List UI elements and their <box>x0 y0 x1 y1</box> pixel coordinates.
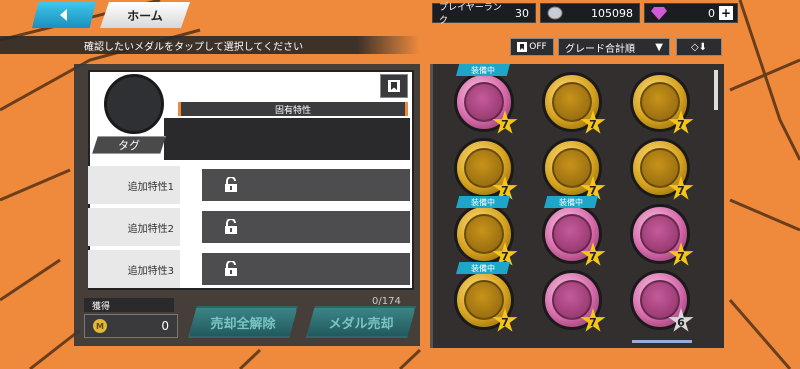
instruction-text: 確認したいメダルをタップして選択してください <box>84 41 304 53</box>
medal-portrait-icon <box>464 82 504 122</box>
medal-portrait-icon <box>464 148 504 188</box>
player-rank-label: プレイヤーランク <box>439 3 502 26</box>
equipped-badge: 装備中 <box>456 64 510 76</box>
medal-portrait-icon <box>552 82 592 122</box>
medal-item[interactable]: 7 <box>454 138 518 200</box>
back-arrow-icon <box>60 9 67 21</box>
medal-item[interactable]: 7 装備中 <box>454 262 518 332</box>
coin-display: 105098 <box>540 3 640 23</box>
medal-portrait-icon <box>640 82 680 122</box>
add-gems-button[interactable]: + <box>719 6 733 20</box>
lock-icon <box>225 261 237 276</box>
medal-portrait <box>104 74 164 134</box>
filter-state-label: OFF <box>529 42 547 52</box>
scroll-indicator <box>632 340 692 343</box>
earn-display: M 0 <box>84 314 178 338</box>
medal-portrait-icon <box>552 148 592 188</box>
extra-trait-label: 追加特性3 <box>88 250 180 288</box>
player-rank-display: プレイヤーランク 30 <box>432 3 536 26</box>
scrollbar[interactable] <box>714 70 718 110</box>
bookmark-button[interactable] <box>380 74 408 98</box>
medal-item[interactable]: 7 <box>542 270 606 332</box>
extra-trait-row: 追加特性2 <box>88 208 410 246</box>
medal-portrait-icon <box>464 214 504 254</box>
coin-icon <box>547 6 563 20</box>
extra-trait-row: 追加特性3 <box>88 250 410 288</box>
sort-order-button[interactable]: ◇⬇ <box>676 38 722 56</box>
medal-portrait-icon <box>552 214 592 254</box>
medal-item[interactable]: 7 装備中 <box>454 196 518 266</box>
extra-trait-slot[interactable] <box>202 169 410 201</box>
medal-item[interactable]: 7 <box>630 72 694 134</box>
sort-label: グレード合計順 <box>565 43 635 55</box>
earn-value: 0 <box>161 319 169 333</box>
unsell-all-button[interactable]: 売却全解除 <box>188 306 298 338</box>
chevron-down-icon: ▼ <box>655 41 663 53</box>
bookmark-filter-toggle[interactable]: OFF <box>510 38 554 56</box>
gem-value: 0 <box>708 6 715 20</box>
unique-trait-header: 固有特性 <box>178 102 408 116</box>
coin-value: 105098 <box>591 6 633 20</box>
extra-trait-label: 追加特性1 <box>88 166 180 204</box>
extra-trait-row: 追加特性1 <box>88 166 410 204</box>
medal-name-bar <box>174 74 410 98</box>
equipped-badge: 装備中 <box>456 262 510 274</box>
earn-label: 獲得 <box>84 298 174 312</box>
tag-button[interactable]: タグ <box>92 136 166 154</box>
medal-portrait-icon <box>552 280 592 320</box>
medal-item[interactable]: 7 <box>630 204 694 266</box>
selection-counter: 0/174 <box>372 296 401 307</box>
extra-trait-label: 追加特性2 <box>88 208 180 246</box>
medal-item[interactable]: 7 <box>542 72 606 134</box>
home-button[interactable]: ホーム <box>100 2 190 28</box>
equipped-badge: 装備中 <box>544 196 598 208</box>
medal-portrait-icon <box>640 214 680 254</box>
medal-portrait-icon <box>464 280 504 320</box>
sort-order-icon: ◇⬇ <box>690 41 708 53</box>
unique-trait-body <box>164 118 410 160</box>
player-rank-value: 30 <box>515 6 529 20</box>
medal-portrait-icon <box>640 148 680 188</box>
medal-item[interactable]: 6 <box>630 270 694 332</box>
sort-dropdown[interactable]: グレード合計順 ▼ <box>558 38 670 56</box>
medal-item[interactable]: 7 装備中 <box>542 196 606 266</box>
back-button[interactable] <box>32 2 96 28</box>
medal-item[interactable]: 7 装備中 <box>454 64 518 134</box>
lock-icon <box>225 219 237 234</box>
medal-portrait-icon <box>640 280 680 320</box>
gem-display: 0 + <box>644 3 738 23</box>
lock-icon <box>225 177 237 192</box>
equipped-badge: 装備中 <box>456 196 510 208</box>
extra-trait-slot[interactable] <box>202 211 410 243</box>
medal-item[interactable]: 7 <box>630 138 694 200</box>
medal-item[interactable]: 7 <box>542 138 606 200</box>
gem-icon <box>651 7 667 20</box>
bookmark-icon <box>517 42 528 52</box>
bookmark-icon <box>388 80 400 92</box>
medal-coin-icon: M <box>93 319 107 333</box>
instruction-banner: 確認したいメダルをタップして選択してください <box>0 36 420 54</box>
extra-trait-slot[interactable] <box>202 253 410 285</box>
sell-medals-button[interactable]: メダル売却 <box>306 306 416 338</box>
